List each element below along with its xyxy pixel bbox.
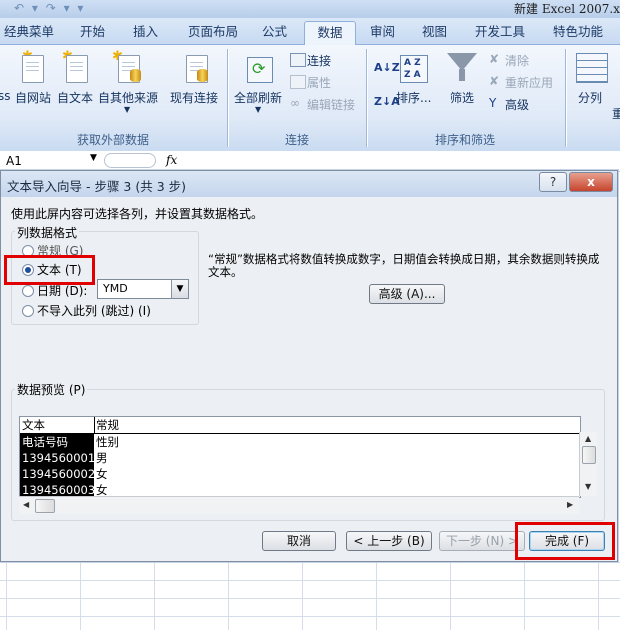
name-box-resize[interactable]: [104, 153, 156, 168]
next-button[interactable]: 下一步 (N) >: [439, 531, 525, 551]
scroll-right-icon[interactable]: ▶: [567, 500, 573, 509]
refresh-all-button[interactable]: 全部刷新: [234, 89, 282, 106]
from-web-button[interactable]: 自网站: [15, 89, 51, 106]
dialog-title: 文本导入向导 - 步骤 3 (共 3 步): [7, 179, 187, 194]
preview-header-general[interactable]: 常规: [94, 417, 580, 434]
tab-home[interactable]: 开始: [80, 21, 105, 43]
scroll-thumb[interactable]: [35, 499, 55, 513]
chevron-down-icon[interactable]: ▼: [90, 153, 97, 163]
filter-button[interactable]: 筛选: [450, 89, 474, 106]
web-source-icon: [22, 55, 44, 83]
preview-cell: 男: [96, 451, 108, 465]
skip-column-label[interactable]: 不导入此列 (跳过) (I): [37, 302, 151, 319]
clear-button[interactable]: 清除: [505, 52, 529, 69]
data-preview-label: 数据预览 (P): [15, 381, 88, 398]
connections-button[interactable]: 连接: [307, 52, 331, 69]
data-preview-grid[interactable]: 文本 常规 电话号码 性别 1394560001 男 1394560002 女 …: [19, 416, 581, 498]
sort-icon: A ZZ A: [400, 55, 428, 83]
chevron-down-icon: ▼: [255, 105, 262, 114]
scroll-down-icon[interactable]: ▼: [585, 482, 591, 491]
preview-cell: 电话号码: [20, 434, 94, 450]
formula-bar: A1 ▼ fx: [0, 151, 620, 172]
reapply-icon: ✘: [489, 74, 500, 88]
text-to-columns-button[interactable]: 分列: [578, 89, 602, 106]
preview-vertical-scrollbar[interactable]: ▲ ▼: [579, 432, 597, 496]
tab-view[interactable]: 视图: [422, 21, 447, 43]
tab-classic-menu[interactable]: 经典菜单: [4, 21, 54, 43]
date-format-value: YMD: [103, 282, 128, 295]
tab-insert[interactable]: 插入: [133, 21, 158, 43]
connections-icon: [290, 53, 306, 67]
dialog-title-bar: 文本导入向导 - 步骤 3 (共 3 步) ? x: [1, 171, 617, 197]
preview-horizontal-scrollbar[interactable]: ◀ ▶: [19, 496, 579, 514]
group-label-connections: 连接: [284, 133, 309, 147]
close-button[interactable]: x: [569, 172, 613, 192]
date-radio[interactable]: [22, 285, 34, 297]
database-icon: [130, 69, 141, 82]
properties-button[interactable]: 属性: [307, 74, 331, 91]
refresh-all-icon: ⟳: [247, 57, 273, 83]
chevron-down-icon[interactable]: ▼: [171, 280, 188, 298]
title-bar: ↶ ▾ ↷ ▾ ▾ 新建 Excel 2007.x: [0, 0, 620, 18]
ribbon-tabs: 经典菜单 开始 插入 页面布局 公式 数据 审阅 视图 开发工具 特色功能: [0, 18, 620, 45]
advanced-filter-icon: Y: [489, 96, 497, 110]
app-title: 新建 Excel 2007.x: [514, 2, 620, 16]
text-to-columns-icon: [576, 53, 608, 83]
highlight-finish-button: [515, 522, 615, 560]
format-description: “常规”数据格式将数值转换成数字，日期值会转换成日期，其余数据则转换成文本。: [208, 252, 600, 279]
chevron-down-icon: ▼: [124, 105, 131, 114]
tab-data[interactable]: 数据: [304, 21, 356, 45]
reapply-button[interactable]: 重新应用: [505, 74, 553, 91]
preview-cell: 1394560001: [20, 450, 96, 466]
group-label-get-external-data: 获取外部数据: [76, 133, 149, 147]
tab-special[interactable]: 特色功能: [553, 21, 603, 43]
advanced-filter-button[interactable]: 高级: [505, 96, 529, 113]
sort-button[interactable]: 排序...: [396, 89, 431, 106]
from-other-sources-button[interactable]: 自其他来源: [98, 89, 158, 106]
group-label-sort-filter: 排序和筛选: [434, 133, 495, 147]
tab-formulas[interactable]: 公式: [262, 21, 287, 43]
link-icon: ∞: [290, 96, 300, 110]
existing-connections-button[interactable]: 现有连接: [170, 89, 218, 106]
scroll-thumb[interactable]: [582, 446, 596, 464]
text-source-icon: [66, 55, 88, 83]
highlight-text-option: [4, 255, 95, 285]
skip-column-radio[interactable]: [22, 305, 34, 317]
column-format-label: 列数据格式: [15, 224, 80, 241]
text-import-wizard-dialog: 文本导入向导 - 步骤 3 (共 3 步) ? x 使用此屏内容可选择各列，并设…: [0, 170, 618, 562]
filter-icon-stem: [459, 69, 465, 81]
tab-review[interactable]: 审阅: [370, 21, 395, 43]
tab-developer[interactable]: 开发工具: [475, 21, 525, 43]
preview-cell: 女: [96, 467, 108, 481]
preview-header-text[interactable]: 文本: [20, 417, 95, 434]
from-access-button[interactable]: ss: [0, 89, 11, 103]
remove-duplicates-button[interactable]: 重: [612, 105, 620, 122]
fx-icon[interactable]: fx: [166, 153, 177, 167]
database-icon: [197, 69, 208, 82]
help-button[interactable]: ?: [539, 172, 567, 192]
clear-icon: ✘: [489, 52, 500, 66]
properties-icon: [290, 75, 306, 89]
ribbon: ✱ ✱ ✱ ss 自网站 自文本 自其他来源 ▼ 现有连接 获取外部数据 ⟳ 全…: [0, 45, 620, 152]
from-text-button[interactable]: 自文本: [57, 89, 93, 106]
name-box[interactable]: A1: [6, 154, 22, 168]
advanced-button[interactable]: 高级 (A)...: [369, 284, 445, 304]
cancel-button[interactable]: 取消: [262, 531, 336, 551]
scroll-left-icon[interactable]: ◀: [23, 500, 29, 509]
preview-cell: 1394560002: [20, 466, 96, 482]
back-button[interactable]: < 上一步 (B): [346, 531, 432, 551]
sort-ascending-icon[interactable]: A↓Z: [374, 61, 400, 74]
group-separator: [565, 49, 566, 147]
preview-cell: 性别: [96, 435, 119, 449]
quick-access-toolbar[interactable]: ↶ ▾ ↷ ▾ ▾: [14, 1, 85, 15]
tab-page-layout[interactable]: 页面布局: [188, 21, 238, 43]
instruction-text: 使用此屏内容可选择各列，并设置其数据格式。: [11, 207, 264, 221]
worksheet-grid[interactable]: [0, 560, 620, 630]
edit-links-button[interactable]: 编辑链接: [307, 96, 355, 113]
scroll-up-icon[interactable]: ▲: [585, 434, 591, 443]
date-format-select[interactable]: YMD ▼: [97, 279, 189, 299]
